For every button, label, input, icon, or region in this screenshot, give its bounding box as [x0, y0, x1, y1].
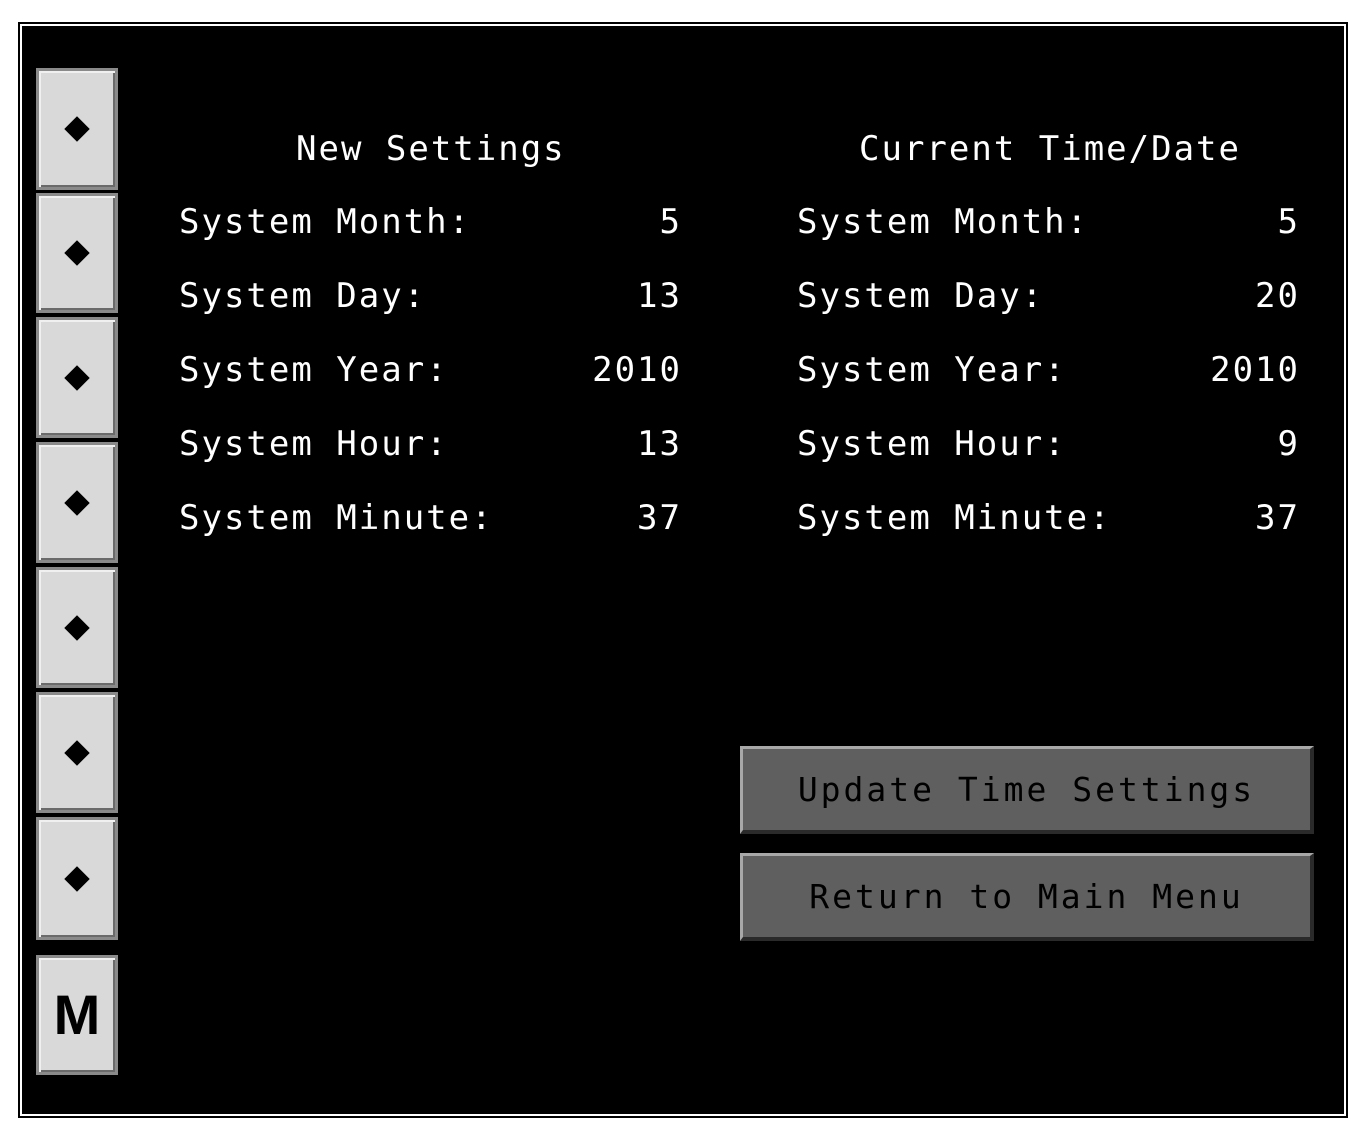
- softkey-5[interactable]: [36, 567, 118, 688]
- diamond-icon: [64, 489, 90, 516]
- current-month-value: 5: [1277, 202, 1300, 242]
- current-year-value: 2010: [1210, 350, 1300, 390]
- softkey-6[interactable]: [36, 692, 118, 813]
- current-day-value: 20: [1255, 276, 1300, 316]
- diamond-icon: [64, 865, 90, 892]
- new-month-value[interactable]: 5: [560, 205, 682, 239]
- current-hour-label: System Hour:: [797, 424, 1067, 464]
- softkey-4[interactable]: [36, 442, 118, 563]
- return-to-main-menu-button[interactable]: Return to Main Menu: [740, 853, 1314, 941]
- new-day-label: System Day:: [179, 276, 427, 316]
- diamond-icon: [64, 364, 90, 391]
- new-minute-label: System Minute:: [179, 498, 494, 538]
- new-month-label: System Month:: [179, 202, 472, 242]
- diamond-icon: [64, 116, 90, 142]
- new-year-label: System Year:: [179, 350, 449, 390]
- current-heading: Current Time/Date: [859, 129, 1241, 169]
- current-minute-value: 37: [1255, 498, 1300, 538]
- main-menu-key-label: M: [53, 983, 101, 1046]
- current-minute-label: System Minute:: [797, 498, 1112, 538]
- update-time-settings-button[interactable]: Update Time Settings: [740, 746, 1314, 834]
- new-minute-value[interactable]: 37: [560, 501, 682, 535]
- softkey-7[interactable]: [36, 817, 118, 940]
- diamond-icon: [64, 240, 90, 266]
- main-menu-softkey[interactable]: M: [36, 955, 118, 1075]
- diamond-icon: [64, 739, 90, 766]
- new-hour-value[interactable]: 13: [560, 427, 682, 461]
- softkey-1[interactable]: [36, 68, 118, 190]
- hmi-screen: [22, 26, 1344, 1114]
- current-day-label: System Day:: [797, 276, 1045, 316]
- current-month-label: System Month:: [797, 202, 1090, 242]
- current-hour-value: 9: [1277, 424, 1300, 464]
- softkey-3[interactable]: [36, 317, 118, 438]
- new-year-value[interactable]: 2010: [560, 353, 682, 387]
- softkey-2[interactable]: [36, 193, 118, 313]
- diamond-icon: [64, 614, 90, 641]
- new-hour-label: System Hour:: [179, 424, 449, 464]
- new-settings-heading: New Settings: [296, 129, 566, 169]
- new-day-value[interactable]: 13: [560, 279, 682, 313]
- current-year-label: System Year:: [797, 350, 1067, 390]
